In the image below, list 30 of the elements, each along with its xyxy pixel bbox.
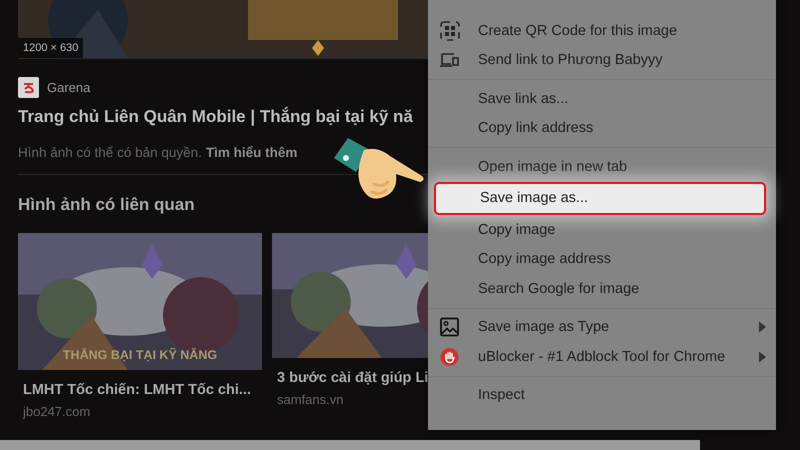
image-size-badge: 1200 × 630 xyxy=(18,38,84,58)
menu-item[interactable]: Open image in new tab xyxy=(428,152,776,182)
image-icon xyxy=(440,318,459,337)
related-source: jbo247.com xyxy=(23,404,92,419)
devices-icon xyxy=(440,52,460,68)
menu-item[interactable]: Inspect xyxy=(428,380,776,410)
site-logo-icon xyxy=(18,77,39,98)
qr-code-icon xyxy=(440,20,460,41)
menu-item[interactable]: uBlocker - #1 Adblock Tool for Chrome xyxy=(428,342,776,372)
submenu-arrow-icon xyxy=(759,351,766,362)
menu-item[interactable]: Save image as... xyxy=(434,182,766,215)
image-caption: THẮNG BẠI TẠI KỸ NĂNG xyxy=(62,348,218,362)
source-name: Garena xyxy=(47,80,90,95)
related-title[interactable]: 3 bước cài đặt giúp Li xyxy=(277,370,428,386)
menu-item[interactable]: Search Google for image xyxy=(428,274,776,304)
menu-item[interactable]: Send link to Phương Babyyy xyxy=(428,46,776,75)
copyright-notice: Hình ảnh có thể có bản quyền. xyxy=(18,145,202,160)
related-title[interactable]: LMHT Tốc chiến: LMHT Tốc chi... xyxy=(23,382,262,398)
section-heading: Hình ảnh có liên quan xyxy=(18,195,196,215)
related-source: samfans.vn xyxy=(277,392,344,407)
menu-item[interactable]: Copy image address xyxy=(428,244,776,274)
menu-item[interactable]: Copy link address xyxy=(428,114,776,143)
submenu-arrow-icon xyxy=(759,322,766,333)
menu-item[interactable]: Create QR Code for this image xyxy=(428,16,776,46)
menu-item[interactable]: Copy image xyxy=(428,215,776,244)
stop-hand-icon xyxy=(440,347,459,366)
menu-item[interactable]: Save link as... xyxy=(428,84,776,114)
result-title[interactable]: Trang chủ Liên Quân Mobile | Thắng bại tại kỹ nă xyxy=(18,107,428,127)
menu-item[interactable]: Save image as Type xyxy=(428,312,776,342)
learn-more-link[interactable]: Tìm hiểu thêm xyxy=(206,145,298,160)
